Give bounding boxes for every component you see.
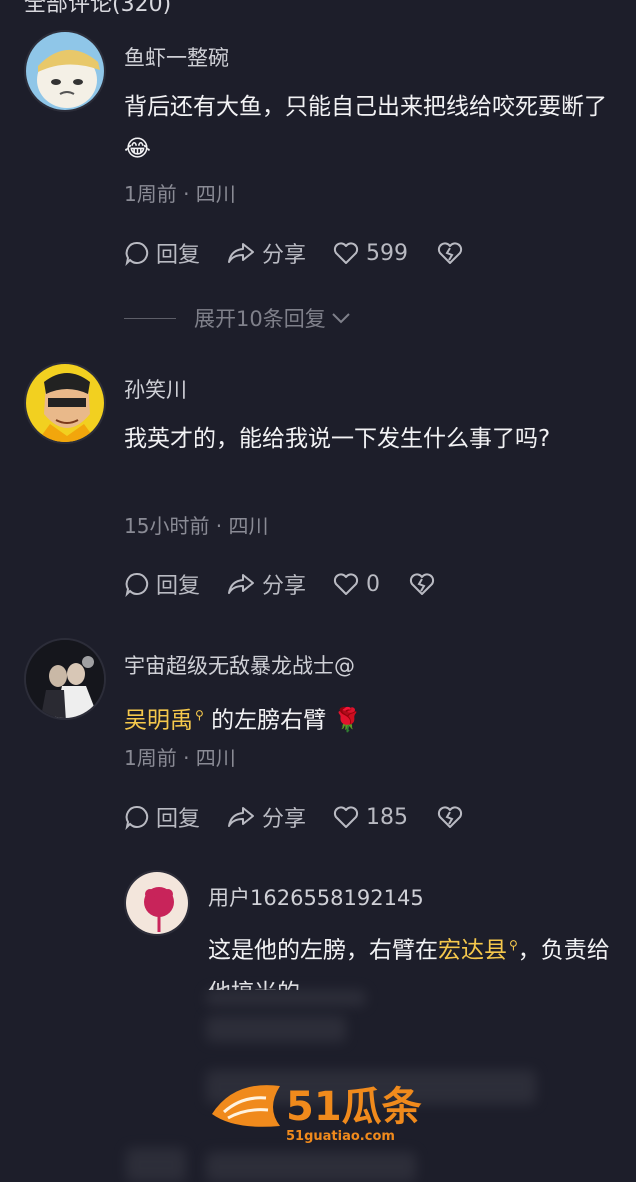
watermark-url: 51guatiao.com	[286, 1129, 395, 1144]
expand-replies-label: 展开10条回复	[194, 307, 326, 331]
reply-label: 回复	[156, 243, 201, 268]
avatar[interactable]	[24, 638, 106, 720]
dislike-button[interactable]	[408, 571, 442, 597]
search-icon[interactable]: ⚲	[195, 694, 204, 736]
avatar[interactable]	[24, 30, 106, 112]
comment-meta: 1周前 · 四川	[124, 746, 236, 770]
laugh-emoji-icon: 😂	[124, 136, 151, 162]
comment-actions: 回复 分享 599	[124, 233, 496, 273]
blurred-content	[206, 1016, 346, 1042]
comment-text: 背后还有大鱼，只能自己出来把线给咬死要断了 😂	[124, 86, 624, 170]
like-button[interactable]: 0	[332, 571, 380, 597]
comment-username[interactable]: 孙笑川	[124, 374, 187, 404]
dislike-button[interactable]	[436, 804, 470, 830]
search-icon[interactable]: ⚲	[509, 924, 518, 966]
comment-actions: 回复 分享 185	[124, 797, 496, 837]
share-label: 分享	[262, 807, 307, 832]
broken-heart-icon	[409, 573, 435, 595]
like-button[interactable]: 599	[332, 240, 408, 266]
share-label: 分享	[262, 243, 307, 268]
watermark-brand: 51瓜条	[286, 1084, 422, 1130]
rose-emoji-icon: 🌹	[333, 707, 363, 734]
share-label: 分享	[262, 574, 307, 599]
blurred-content	[126, 1148, 186, 1182]
chevron-down-icon	[332, 313, 350, 324]
watermark-logo: 51瓜条 51guatiao.com	[206, 1074, 430, 1146]
blurred-content	[206, 1152, 416, 1182]
comment-meta: 1周前 · 四川	[124, 182, 236, 206]
dislike-button[interactable]	[436, 240, 470, 266]
divider-line	[124, 317, 176, 319]
comment-meta: 15小时前 · 四川	[124, 514, 269, 538]
like-count: 185	[366, 804, 409, 830]
expand-replies-button[interactable]: 展开10条回复	[124, 303, 352, 333]
reply-label: 回复	[156, 574, 201, 599]
broken-heart-icon	[437, 806, 463, 828]
reply-icon	[125, 572, 149, 597]
share-button[interactable]: 分享	[226, 568, 306, 600]
comment-text-body: 背后还有大鱼，只能自己出来把线给咬死要断了	[124, 94, 607, 120]
like-button[interactable]: 185	[332, 804, 408, 830]
reply-icon	[125, 805, 149, 830]
mention-link[interactable]: 宏达县	[438, 938, 507, 964]
broken-heart-icon	[437, 242, 463, 264]
reply-label: 回复	[156, 807, 201, 832]
heart-icon	[333, 242, 359, 264]
like-count: 599	[366, 240, 409, 266]
reply-username[interactable]: 用户1626558192145	[208, 882, 424, 912]
comment-text-body: 的左膀右臂	[211, 707, 327, 734]
avatar[interactable]	[124, 870, 190, 936]
comment-panel: 全部评论(320) 鱼虾一整碗 背后还有大鱼，只能自己出来把线给咬死要断了 😂 …	[0, 0, 636, 1182]
comments-header: 全部评论(320)	[24, 0, 172, 17]
comment-username[interactable]: 鱼虾一整碗	[124, 42, 229, 72]
comment-actions: 回复 分享 0	[124, 564, 468, 604]
mention-link[interactable]: 吴明禹	[124, 708, 193, 734]
avatar[interactable]	[24, 362, 106, 444]
like-count: 0	[366, 571, 381, 597]
comment-username[interactable]: 宇宙超级无敌暴龙战士@	[124, 650, 355, 680]
reply-text: 这是他的左膀，右臂在宏达县⚲，负责给他搞米的	[208, 924, 628, 990]
share-icon	[228, 807, 255, 827]
reply-icon	[125, 241, 149, 266]
reply-text-before: 这是他的左膀，右臂在	[208, 937, 438, 964]
comment-text: 吴明禹 ⚲ 的左膀右臂 🌹	[124, 694, 624, 742]
heart-icon	[333, 573, 359, 595]
heart-icon	[333, 806, 359, 828]
comment-text: 我英才的，能给我说一下发生什么事了吗?	[124, 426, 551, 452]
share-icon	[228, 243, 255, 263]
share-button[interactable]: 分享	[226, 237, 306, 269]
blurred-content	[206, 990, 366, 1006]
share-button[interactable]: 分享	[226, 801, 306, 833]
share-icon	[228, 574, 255, 594]
reply-button[interactable]: 回复	[124, 801, 200, 833]
reply-button[interactable]: 回复	[124, 568, 200, 600]
reply-button[interactable]: 回复	[124, 237, 200, 269]
